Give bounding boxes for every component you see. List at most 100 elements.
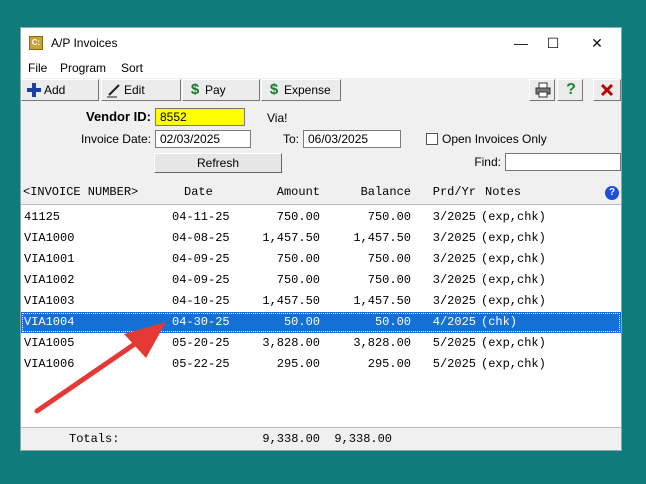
help-button[interactable]: ? xyxy=(557,79,583,101)
cell-period-year: 3/2025 xyxy=(432,273,476,287)
table-row[interactable]: VIA1006 05-22-25 295.00 295.00 5/2025 (e… xyxy=(21,354,621,375)
maximize-button[interactable]: ☐ xyxy=(539,32,567,54)
cell-period-year: 3/2025 xyxy=(432,210,476,224)
table-row[interactable]: VIA1001 04-09-25 750.00 750.00 3/2025 (e… xyxy=(21,249,621,270)
edit-label: Edit xyxy=(124,83,145,97)
cell-date: 04-09-25 xyxy=(172,273,230,287)
table-row[interactable]: VIA1002 04-09-25 750.00 750.00 3/2025 (e… xyxy=(21,270,621,291)
table-row[interactable]: VIA1000 04-08-25 1,457.50 1,457.50 3/202… xyxy=(21,228,621,249)
cell-notes: (exp,chk) xyxy=(481,273,546,287)
invoice-date-to-field[interactable]: 06/03/2025 xyxy=(303,130,401,148)
minimize-button[interactable]: — xyxy=(507,32,535,54)
cell-invoice-number: VIA1001 xyxy=(24,252,75,266)
expense-button[interactable]: $ Expense xyxy=(261,79,341,101)
totals-row: Totals: 9,338.00 9,338.00 xyxy=(21,432,621,450)
invoice-grid: 41125 04-11-25 750.00 750.00 3/2025 (exp… xyxy=(21,204,621,428)
vendor-id-field[interactable]: 8552 xyxy=(155,108,245,126)
header-invoice-number[interactable]: <INVOICE NUMBER> xyxy=(23,185,138,199)
menu-program[interactable]: Program xyxy=(60,61,106,75)
totals-amount: 9,338.00 xyxy=(262,432,320,446)
cell-balance: 295.00 xyxy=(367,357,411,371)
cell-notes: (exp,chk) xyxy=(481,231,546,245)
header-balance[interactable]: Balance xyxy=(361,185,411,199)
header-notes[interactable]: Notes xyxy=(485,185,521,199)
pay-button[interactable]: $ Pay xyxy=(182,79,260,101)
invoice-date-label: Invoice Date: xyxy=(80,132,151,146)
menu-file[interactable]: File xyxy=(28,61,47,75)
cell-period-year: 5/2025 xyxy=(432,336,476,350)
cell-notes: (exp,chk) xyxy=(481,294,546,308)
cell-invoice-number: VIA1002 xyxy=(24,273,75,287)
cell-date: 04-09-25 xyxy=(172,252,230,266)
cell-amount: 750.00 xyxy=(276,273,320,287)
ap-invoices-window: C: A/P Invoices — ☐ ✕ File Program Sort … xyxy=(20,27,622,451)
cell-notes: (exp,chk) xyxy=(481,210,546,224)
cell-period-year: 3/2025 xyxy=(432,252,476,266)
plus-icon xyxy=(26,82,42,98)
cell-notes: (exp,chk) xyxy=(481,336,546,350)
vendor-id-label: Vendor ID: xyxy=(85,109,151,124)
table-row[interactable]: VIA1005 05-20-25 3,828.00 3,828.00 5/202… xyxy=(21,333,621,354)
table-row-selected[interactable]: VIA1004 04-30-25 50.00 50.00 4/2025 (chk… xyxy=(21,312,621,333)
cell-notes: (chk) xyxy=(481,315,518,329)
cell-period-year: 4/2025 xyxy=(432,315,476,329)
cell-amount: 3,828.00 xyxy=(262,336,320,350)
cell-amount: 750.00 xyxy=(276,210,320,224)
dollar-icon: $ xyxy=(190,81,200,98)
header-date[interactable]: Date xyxy=(184,185,213,199)
cell-balance: 3,828.00 xyxy=(353,336,411,350)
cell-invoice-number: VIA1006 xyxy=(24,357,75,371)
cell-date: 04-30-25 xyxy=(172,315,230,329)
pay-label: Pay xyxy=(205,83,226,97)
cell-balance: 50.00 xyxy=(374,315,411,329)
cell-amount: 295.00 xyxy=(276,357,320,371)
vendor-name: Via! xyxy=(267,111,288,125)
menu-sort[interactable]: Sort xyxy=(121,61,143,75)
table-row[interactable]: VIA1003 04-10-25 1,457.50 1,457.50 3/202… xyxy=(21,291,621,312)
printer-icon xyxy=(535,82,551,98)
add-label: Add xyxy=(44,83,66,97)
close-window-button[interactable]: ✕ xyxy=(583,32,611,54)
app-icon: C: xyxy=(29,36,43,50)
cell-date: 04-11-25 xyxy=(172,210,230,224)
cell-period-year: 3/2025 xyxy=(432,294,476,308)
invoice-date-from-field[interactable]: 02/03/2025 xyxy=(155,130,251,148)
exit-button[interactable] xyxy=(593,79,621,101)
print-button[interactable] xyxy=(529,79,555,101)
dollar-icon: $ xyxy=(269,81,279,98)
cell-amount: 750.00 xyxy=(276,252,320,266)
refresh-button[interactable]: Refresh xyxy=(154,153,282,173)
grid-header: <INVOICE NUMBER> Date Amount Balance Prd… xyxy=(21,185,621,203)
header-amount[interactable]: Amount xyxy=(277,185,320,199)
table-row[interactable]: 41125 04-11-25 750.00 750.00 3/2025 (exp… xyxy=(21,207,621,228)
cell-invoice-number: VIA1000 xyxy=(24,231,75,245)
header-period-year[interactable]: Prd/Yr xyxy=(433,185,476,199)
info-help-icon[interactable]: ? xyxy=(605,186,619,200)
cell-notes: (exp,chk) xyxy=(481,357,546,371)
expense-label: Expense xyxy=(284,83,331,97)
cell-invoice-number: 41125 xyxy=(24,210,61,224)
cell-date: 04-08-25 xyxy=(172,231,230,245)
cell-amount: 50.00 xyxy=(283,315,320,329)
cell-period-year: 5/2025 xyxy=(432,357,476,371)
question-mark-icon: ? xyxy=(566,81,576,98)
cell-invoice-number: VIA1005 xyxy=(24,336,75,350)
cell-balance: 750.00 xyxy=(367,210,411,224)
toolbar: Add Edit $ Pay $ Expense ? xyxy=(21,78,621,102)
pencil-icon xyxy=(106,82,122,98)
title-bar: C: A/P Invoices — ☐ ✕ xyxy=(21,28,621,58)
cell-amount: 1,457.50 xyxy=(262,294,320,308)
open-invoices-only-checkbox[interactable] xyxy=(426,133,438,145)
window-title: A/P Invoices xyxy=(51,36,118,50)
totals-balance: 9,338.00 xyxy=(334,432,392,446)
cell-invoice-number: VIA1003 xyxy=(24,294,75,308)
open-invoices-only-label: Open Invoices Only xyxy=(442,132,547,146)
cell-balance: 750.00 xyxy=(367,273,411,287)
add-button[interactable]: Add xyxy=(21,79,99,101)
cell-date: 05-22-25 xyxy=(172,357,230,371)
edit-button[interactable]: Edit xyxy=(101,79,181,101)
find-input[interactable] xyxy=(505,153,621,171)
cell-date: 05-20-25 xyxy=(172,336,230,350)
cell-amount: 1,457.50 xyxy=(262,231,320,245)
cell-balance: 750.00 xyxy=(367,252,411,266)
